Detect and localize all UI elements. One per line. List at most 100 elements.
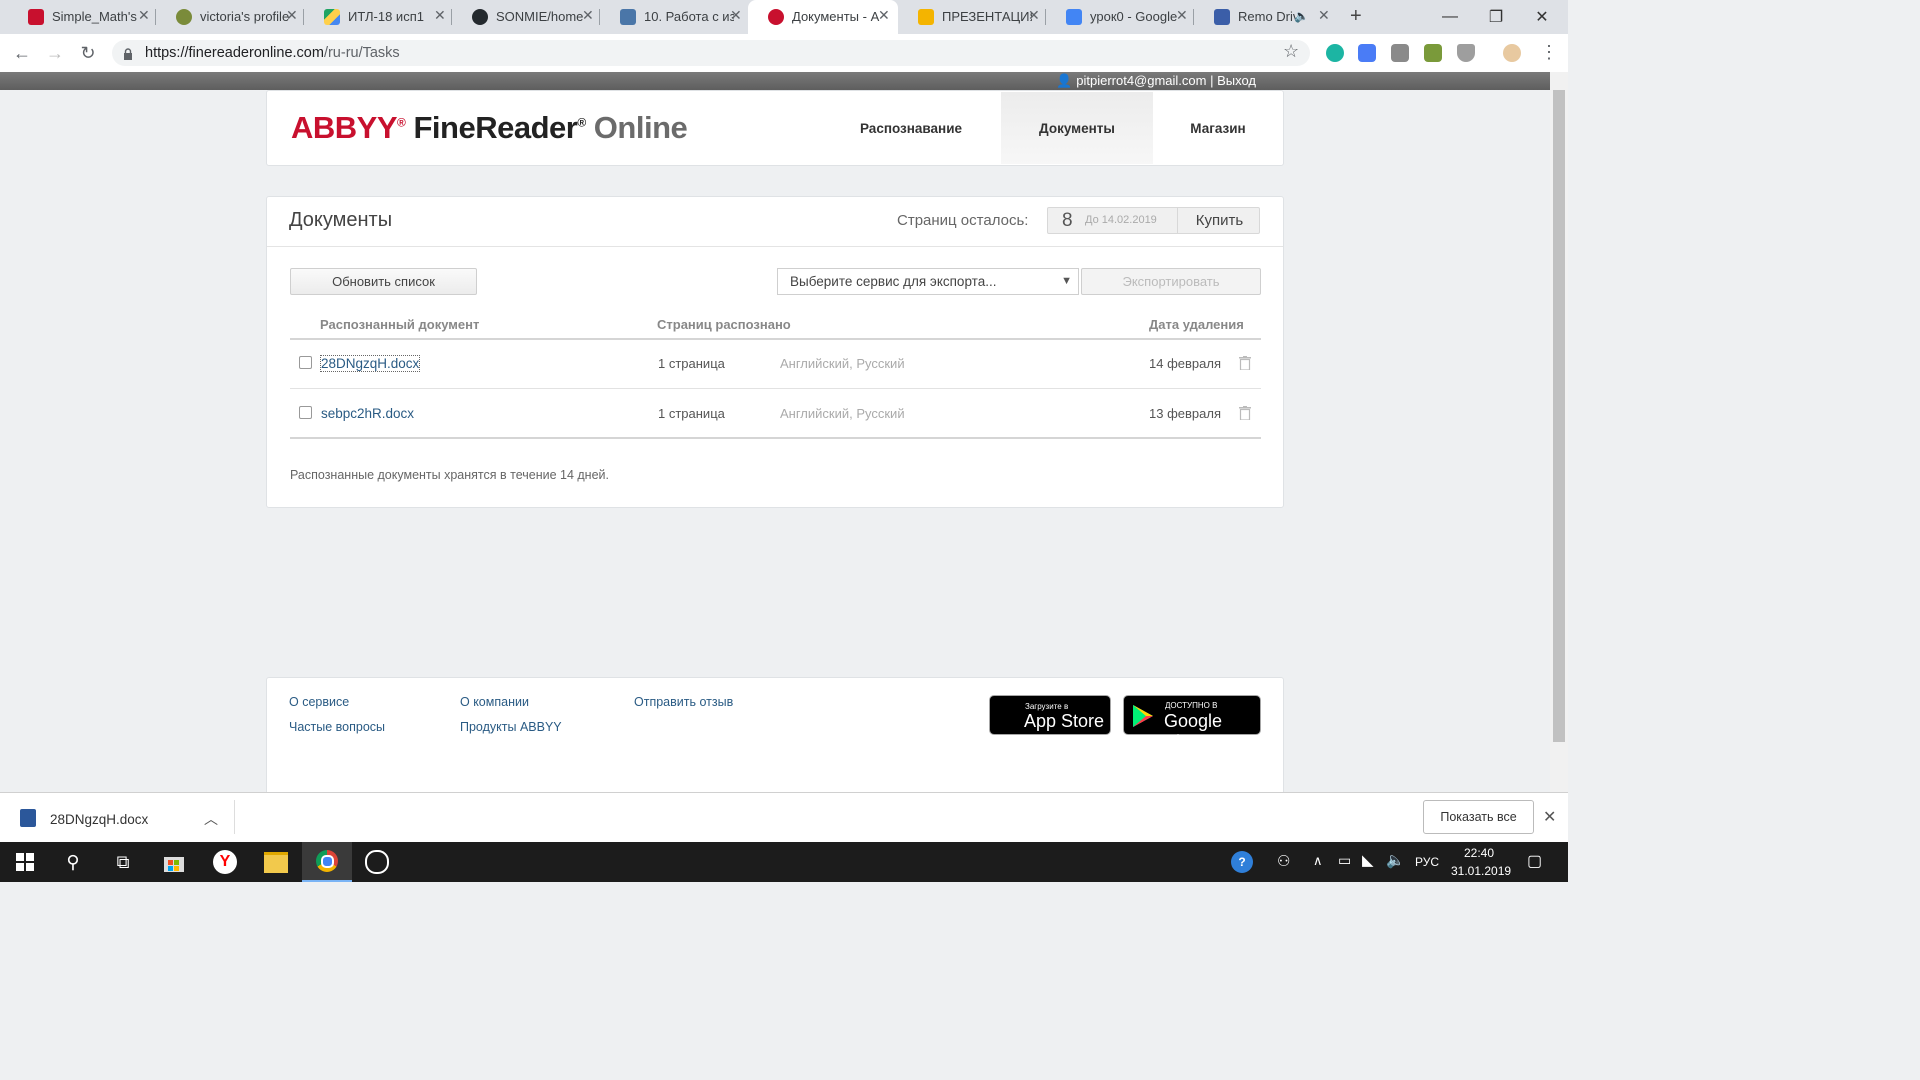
user-bar: 👤 pitpierrot4@gmail.com | Выход <box>0 72 1550 90</box>
page-title: Документы <box>289 209 393 231</box>
minimize-button[interactable]: — <box>1427 0 1473 34</box>
google-translate-icon[interactable] <box>1358 44 1376 62</box>
document-link[interactable]: sebpc2hR.docx <box>321 406 414 421</box>
volume-icon[interactable]: 🔈 <box>1386 851 1405 869</box>
google-drive-icon <box>324 9 340 25</box>
tab-simple-math[interactable]: Simple_Math's ✕ <box>8 0 156 34</box>
tab-itl18[interactable]: ИТЛ-18 исп1 ✕ <box>304 0 452 34</box>
nav-documents[interactable]: Документы <box>1001 92 1153 164</box>
chevron-up-icon[interactable]: ∧ <box>1313 853 1323 869</box>
close-tab-icon[interactable]: ✕ <box>582 7 594 24</box>
close-tab-icon[interactable]: ✕ <box>878 7 890 24</box>
new-tab-button[interactable]: + <box>1350 5 1362 28</box>
speaker-icon[interactable]: 🔈 <box>1294 9 1309 23</box>
clock-date[interactable]: 31.01.2019 <box>1451 864 1511 878</box>
trash-icon[interactable] <box>1239 356 1251 371</box>
media-app-icon[interactable] <box>352 842 402 882</box>
close-window-button[interactable]: ✕ <box>1519 0 1565 34</box>
close-tab-icon[interactable]: ✕ <box>434 7 446 24</box>
extension-plant-icon[interactable] <box>1424 44 1442 62</box>
close-tab-icon[interactable]: ✕ <box>1176 7 1188 24</box>
google-docs-icon <box>1066 9 1082 25</box>
tab-vk-rabota[interactable]: 10. Работа с из ✕ <box>600 0 748 34</box>
close-tab-icon[interactable]: ✕ <box>730 7 742 24</box>
footer-link-about-service[interactable]: О сервисе <box>289 695 349 709</box>
google-play-icon <box>1133 705 1153 732</box>
yandex-browser-icon[interactable]: Y <box>200 842 250 882</box>
url-path: /ru-ru/Tasks <box>323 45 400 61</box>
clock-time[interactable]: 22:40 <box>1464 846 1494 860</box>
tab-sonmie-home[interactable]: SONMIE/home ✕ <box>452 0 600 34</box>
footer-link-abbyy-products[interactable]: Продукты ABBYY <box>460 720 562 734</box>
help-icon[interactable]: ? <box>1231 851 1253 873</box>
chrome-icon[interactable] <box>302 842 352 882</box>
footer-link-about-company[interactable]: О компании <box>460 695 529 709</box>
user-email[interactable]: pitpierrot4@gmail.com <box>1076 73 1206 88</box>
task-view-icon[interactable]: ⧉ <box>98 842 148 882</box>
battery-icon[interactable]: ▭ <box>1338 852 1351 869</box>
menu-kebab-icon[interactable]: ⋮ <box>1540 42 1558 63</box>
row-checkbox[interactable] <box>299 356 312 369</box>
shield-extension-icon[interactable] <box>1457 44 1475 62</box>
tab-title: 10. Работа с из <box>644 9 734 24</box>
input-language[interactable]: РУС <box>1415 855 1439 869</box>
retention-note: Распознанные документы хранятся в течени… <box>290 468 609 482</box>
scrollbar-thumb[interactable] <box>1553 90 1565 742</box>
nav-store[interactable]: Магазин <box>1153 92 1283 164</box>
tab-urok0[interactable]: урок0 - Google ✕ <box>1046 0 1194 34</box>
footer-link-feedback[interactable]: Отправить отзыв <box>634 695 733 709</box>
google-play-badge[interactable]: ДОСТУПНО В Google Play <box>1123 695 1261 752</box>
document-link[interactable]: 28DNgzqH.docx <box>319 355 421 372</box>
tab-title: урок0 - Google <box>1090 9 1178 24</box>
tab-title: Simple_Math's <box>52 9 137 24</box>
tab-documents-active[interactable]: Документы - A ✕ <box>748 0 898 34</box>
tab-title: Документы - A <box>792 9 880 24</box>
tab-title: ПРЕЗЕНТАЦИЯ <box>942 9 1032 24</box>
file-explorer-icon[interactable] <box>251 842 301 882</box>
buy-button[interactable]: Купить <box>1177 207 1261 234</box>
row-checkbox[interactable] <box>299 406 312 419</box>
close-tab-icon[interactable]: ✕ <box>286 7 298 24</box>
close-tab-icon[interactable]: ✕ <box>138 7 150 24</box>
remo-drive-icon <box>1214 9 1230 25</box>
close-download-bar-icon[interactable]: ✕ <box>1543 807 1556 827</box>
tab-victoria-profile[interactable]: victoria's profile ✕ <box>156 0 304 34</box>
table-bottom-divider <box>290 437 1261 439</box>
tab-presentation[interactable]: ПРЕЗЕНТАЦИЯ ✕ <box>898 0 1046 34</box>
nav-recognition[interactable]: Распознавание <box>840 92 982 164</box>
profile-avatar[interactable] <box>1503 44 1521 62</box>
logout-link[interactable]: Выход <box>1217 73 1256 88</box>
trash-icon[interactable] <box>1239 406 1251 421</box>
lock-icon <box>123 47 133 65</box>
export-button[interactable]: Экспортировать <box>1081 268 1261 295</box>
forward-arrow-icon[interactable]: → <box>43 41 67 65</box>
gplay-small-text: ДОСТУПНО В <box>1165 701 1218 710</box>
notifications-icon[interactable]: ▢ <box>1527 851 1542 871</box>
maximize-button[interactable]: ❐ <box>1473 0 1519 34</box>
abbyy-logo[interactable]: ABBYY® FineReader® Online <box>291 110 688 146</box>
close-tab-icon[interactable]: ✕ <box>1318 7 1330 24</box>
back-arrow-icon[interactable]: ← <box>10 41 34 65</box>
export-select-placeholder: Выберите сервис для экспорта... <box>790 274 997 289</box>
search-icon[interactable]: ⚲ <box>48 842 98 882</box>
close-tab-icon[interactable]: ✕ <box>1028 7 1040 24</box>
extension-os-icon[interactable] <box>1391 44 1409 62</box>
vk-icon <box>620 9 636 25</box>
export-service-select[interactable]: Выберите сервис для экспорта... ▼ <box>777 268 1079 295</box>
download-item[interactable]: 28DNgzqH.docx <box>50 812 148 827</box>
store-icon[interactable] <box>149 842 199 882</box>
wifi-icon[interactable]: ◣ <box>1362 851 1374 869</box>
app-store-badge[interactable]: Загрузите в App Store <box>989 695 1111 735</box>
footer-link-faq[interactable]: Частые вопросы <box>289 720 385 734</box>
tab-title: victoria's profile <box>200 9 290 24</box>
show-all-downloads-button[interactable]: Показать все <box>1423 800 1534 834</box>
tab-remo-drive[interactable]: Remo Drive 🔈 ✕ <box>1194 0 1342 34</box>
bookmark-star-icon[interactable]: ☆ <box>1283 41 1299 62</box>
extension-m-icon[interactable] <box>1326 44 1344 62</box>
google-slides-icon <box>918 9 934 25</box>
refresh-list-button[interactable]: Обновить список <box>290 268 477 295</box>
windows-start-icon[interactable] <box>0 842 50 882</box>
reload-icon[interactable]: ↻ <box>76 41 100 65</box>
chevron-up-icon[interactable]: ︿ <box>204 809 218 829</box>
people-icon[interactable]: ⚇ <box>1277 852 1290 870</box>
